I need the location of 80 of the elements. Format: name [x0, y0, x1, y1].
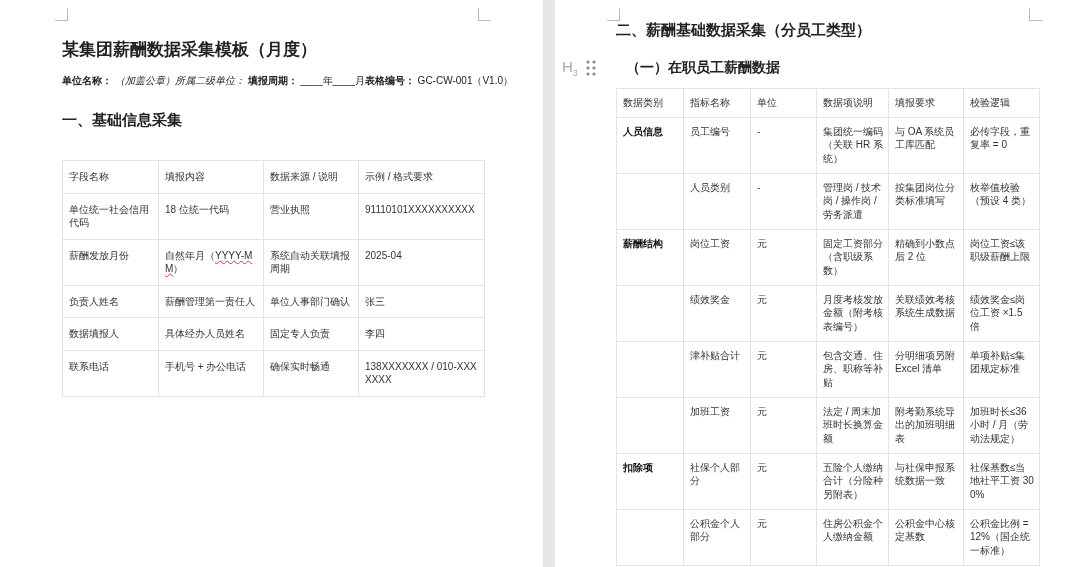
table-cell: 张三	[358, 285, 485, 318]
table-cell: 18 位统一代码	[158, 193, 264, 239]
table-cell: 附考勤系统导出的加班明细表	[888, 397, 964, 453]
table-cell: 岗位工资≤该职级薪酬上限	[963, 229, 1040, 285]
table-cell: 按集团岗位分类标准填写	[888, 173, 964, 229]
table-cell: 薪酬管理第一责任人	[158, 285, 264, 318]
heading-level-marker: H$_{3}$	[562, 58, 579, 78]
table-cell: 系统自动关联填报周期	[263, 239, 359, 285]
table-cell: 薪酬发放月份	[62, 239, 159, 285]
table-cell: 元	[750, 229, 817, 285]
table-cell: 住房公积金个人缴纳金额	[816, 509, 889, 565]
table-cell: 单位人事部门确认	[263, 285, 359, 318]
form-info-line: 单位名称： （加盖公章）所属二级单位： 填报周期： ____年____月表格编号： GC-CW-001（V1.0）	[62, 74, 515, 88]
section-heading: 一、基础信息采集	[62, 111, 183, 130]
table-cell: 绩效奖金≤岗位工资 ×1.5 倍	[963, 285, 1040, 341]
drag-handle-icon[interactable]	[586, 60, 596, 76]
table-cell: 单项补贴≤集团规定标准	[963, 341, 1040, 397]
table-cell: 公积金中心核定基数	[888, 509, 964, 565]
table-cell: 精确到小数点后 2 位	[888, 229, 964, 285]
subsection-heading: （一）在职员工薪酬数据	[626, 59, 780, 77]
table-cell: 人员信息	[616, 117, 684, 173]
table-cell: -	[750, 117, 817, 173]
column-header: 单位	[750, 88, 817, 117]
table-cell: 固定工资部分（含职级系数）	[816, 229, 889, 285]
table-cell: 岗位工资	[683, 229, 751, 285]
table-cell: 固定专人负责	[263, 317, 359, 350]
table-cell: 自然年月（YYYY-MM）	[158, 239, 264, 285]
table-cell: 加班工资	[683, 397, 751, 453]
column-header: 校验逻辑	[963, 88, 1040, 117]
table-cell: 单位统一社会信用代码	[62, 193, 159, 239]
table-cell: 社保基数≤当地社平工资 300%	[963, 453, 1040, 509]
table-cell: 李四	[358, 317, 485, 350]
table-cell: 员工编号	[683, 117, 751, 173]
column-header: 数据来源 / 说明	[263, 160, 359, 193]
column-header: 填报内容	[158, 160, 264, 193]
table-cell: 包含交通、住房、职称等补贴	[816, 341, 889, 397]
table-cell: 社保个人部分	[683, 453, 751, 509]
table-cell: 元	[750, 285, 817, 341]
table-cell: 2025-04	[358, 239, 485, 285]
table-cell: 人员类别	[683, 173, 751, 229]
table-cell: 必传字段，重复率 = 0	[963, 117, 1040, 173]
table-cell: 枚举值校验（预设 4 类）	[963, 173, 1040, 229]
document-title: 某集团薪酬数据采集模板（月度）	[62, 39, 318, 61]
column-header: 示例 / 格式要求	[358, 160, 485, 193]
column-header: 填报要求	[888, 88, 964, 117]
table-cell: 五险个人缴纳合计（分险种另附表）	[816, 453, 889, 509]
table-cell: 元	[750, 341, 817, 397]
table-cell: -	[750, 173, 817, 229]
column-header: 指标名称	[683, 88, 751, 117]
table-cell: 法定 / 周末加班时长换算金额	[816, 397, 889, 453]
table-cell: 联系电话	[62, 350, 159, 396]
table-cell: 月度考核发放金额（附考核表编号）	[816, 285, 889, 341]
column-header: 数据类别	[616, 88, 684, 117]
table-cell: 与 OA 系统员工库匹配	[888, 117, 964, 173]
table-cell: 公积金个人部分	[683, 509, 751, 565]
table-cell: 负责人姓名	[62, 285, 159, 318]
table-cell: 元	[750, 453, 817, 509]
table-cell: 营业执照	[263, 193, 359, 239]
column-header: 数据项说明	[816, 88, 889, 117]
table-cell: 分明细项另附 Excel 清单	[888, 341, 964, 397]
table-cell: 绩效奖金	[683, 285, 751, 341]
table-cell: 加班时长≤36 小时 / 月（劳动法规定）	[963, 397, 1040, 453]
table-cell: 津补贴合计	[683, 341, 751, 397]
table-cell: 薪酬结构	[616, 229, 684, 285]
table-cell: 元	[750, 397, 817, 453]
table-cell: 具体经办人员姓名	[158, 317, 264, 350]
table-cell: 集团统一编码（关联 HR 系统）	[816, 117, 889, 173]
column-header: 字段名称	[62, 160, 159, 193]
table-cell: 元	[750, 509, 817, 565]
table-cell: 确保实时畅通	[263, 350, 359, 396]
table-cell: 扣除项	[616, 453, 684, 509]
table-cell: 关联绩效考核系统生成数据	[888, 285, 964, 341]
table-cell: 公积金比例 = 12%（国企统一标准）	[963, 509, 1040, 565]
table-cell: 数据填报人	[62, 317, 159, 350]
table-cell: 手机号 + 办公电话	[158, 350, 264, 396]
table-cell: 138XXXXXXX / 010-XXXXXXX	[358, 350, 485, 396]
table-cell: 91110101XXXXXXXXXX	[358, 193, 485, 239]
table-cell: 管理岗 / 技术岗 / 操作岗 / 劳务派遣	[816, 173, 889, 229]
section-heading: 二、薪酬基础数据采集（分员工类型）	[616, 21, 872, 40]
table-cell: 与社保申报系统数据一致	[888, 453, 964, 509]
